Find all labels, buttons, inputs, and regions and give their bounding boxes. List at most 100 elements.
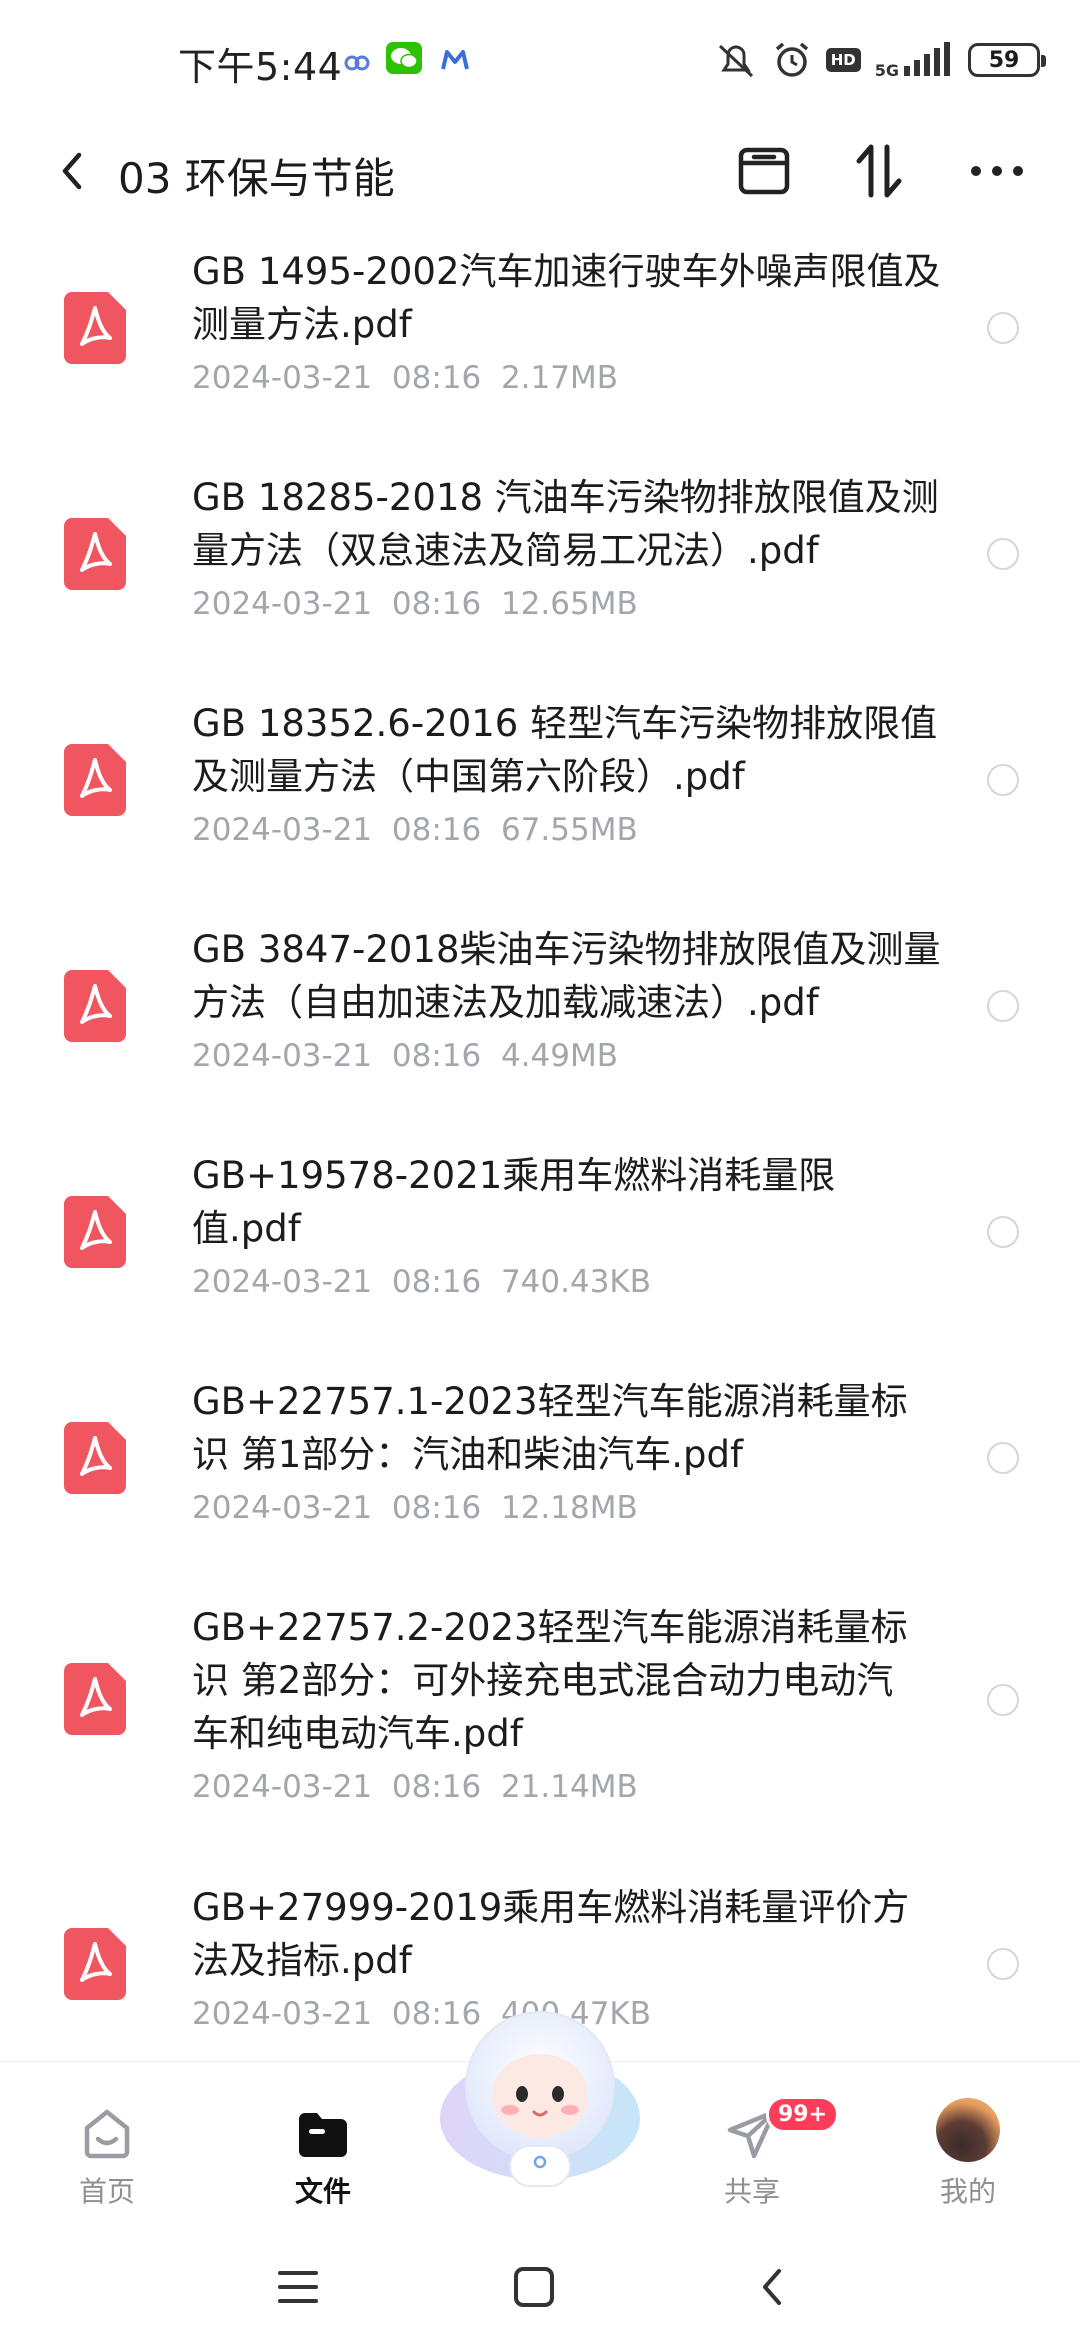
- more-icon: [971, 166, 1023, 176]
- file-date: 2024-03-21: [192, 1264, 373, 1300]
- status-time: 下午5:44: [178, 45, 343, 89]
- pdf-file-icon: [64, 1196, 126, 1268]
- battery-indicator: 59: [968, 43, 1046, 77]
- pdf-file-icon: [64, 1663, 126, 1735]
- file-meta: 2024-03-21 08:16 4.49MB: [192, 1038, 618, 1074]
- file-meta: 2024-03-21 08:16 2.17MB: [192, 360, 618, 396]
- file-date: 2024-03-21: [192, 1996, 373, 2032]
- file-meta: 2024-03-21 08:16 12.18MB: [192, 1490, 638, 1526]
- file-name: GB 3847-2018柴油车污染物排放限值及测量方法（自由加速法及加载减速法）…: [192, 928, 941, 1024]
- back-arrow-icon: [763, 2269, 781, 2305]
- archive-icon: [738, 147, 790, 195]
- file-time: 08:16: [391, 360, 482, 396]
- back-button[interactable]: [42, 135, 102, 207]
- tab-label: 首页: [78, 2175, 135, 2208]
- home-button[interactable]: [504, 2257, 564, 2317]
- system-back-button[interactable]: [742, 2257, 802, 2317]
- tab-files[interactable]: 文件: [253, 2062, 393, 2232]
- file-time: 08:16: [391, 1038, 482, 1074]
- file-size: 67.55MB: [500, 812, 638, 848]
- network-type: 5G: [874, 61, 899, 80]
- menu-icon: [278, 2271, 318, 2303]
- home-icon: [84, 2109, 130, 2159]
- file-time: 08:16: [391, 812, 482, 848]
- file-meta: 2024-03-21 08:16 67.55MB: [192, 812, 638, 848]
- file-date: 2024-03-21: [192, 586, 373, 622]
- file-date: 2024-03-21: [192, 360, 373, 396]
- notification-badge: 99+: [766, 2096, 840, 2133]
- file-size: 12.65MB: [500, 586, 638, 622]
- select-radio[interactable]: [987, 1684, 1019, 1716]
- file-name: GB+27999-2019乘用车燃料消耗量评价方法及指标.pdf: [192, 1886, 910, 1982]
- file-size: 12.18MB: [500, 1490, 638, 1526]
- file-date: 2024-03-21: [192, 812, 373, 848]
- pdf-file-icon: [64, 1928, 126, 2000]
- file-name: GB 1495-2002汽车加速行驶车外噪声限值及测量方法.pdf: [192, 250, 941, 346]
- tab-label: 我的: [939, 2175, 996, 2208]
- file-name: GB 18285-2018 汽油车污染物排放限值及测量方法（双怠速法及简易工况法…: [192, 476, 939, 572]
- alarm-icon: [775, 42, 808, 77]
- file-row[interactable]: GB+22757.1-2023轻型汽车能源消耗量标识 第1部分：汽油和柴油汽车.…: [0, 1365, 1080, 1591]
- tab-profile[interactable]: 我的: [898, 2062, 1038, 2232]
- select-radio[interactable]: [987, 764, 1019, 796]
- pdf-file-icon: [64, 970, 126, 1042]
- pdf-file-icon: [64, 292, 126, 364]
- app-header: 03 环保与节能: [0, 115, 1080, 235]
- file-time: 08:16: [391, 1490, 482, 1526]
- file-row[interactable]: GB 18285-2018 汽油车污染物排放限值及测量方法（双怠速法及简易工况法…: [0, 461, 1080, 687]
- file-meta: 2024-03-21 08:16 740.43KB: [192, 1264, 651, 1300]
- sort-button[interactable]: [837, 129, 921, 213]
- file-name: GB+22757.1-2023轻型汽车能源消耗量标识 第1部分：汽油和柴油汽车.…: [192, 1380, 908, 1476]
- file-row[interactable]: GB+22757.2-2023轻型汽车能源消耗量标识 第2部分：可外接充电式混合…: [0, 1591, 1080, 1871]
- profile-tab-icon: [936, 2098, 1000, 2162]
- pdf-file-icon: [64, 518, 126, 590]
- file-row[interactable]: GB 3847-2018柴油车污染物排放限值及测量方法（自由加速法及加载减速法）…: [0, 913, 1080, 1139]
- folder-icon: [299, 2113, 347, 2157]
- file-time: 08:16: [391, 1769, 482, 1805]
- file-time: 08:16: [391, 1264, 482, 1300]
- system-navigation-bar: [0, 2231, 1080, 2340]
- select-radio[interactable]: [987, 538, 1019, 570]
- more-button[interactable]: [955, 129, 1039, 213]
- select-radio[interactable]: [987, 1442, 1019, 1474]
- files-tab-icon: [293, 2104, 353, 2164]
- mute-bell-icon: [718, 44, 753, 78]
- file-time: 08:16: [391, 586, 482, 622]
- avatar: [936, 2098, 1000, 2162]
- pdf-file-icon: [64, 744, 126, 816]
- tab-label: 文件: [294, 2175, 351, 2208]
- pdf-file-icon: [64, 1422, 126, 1494]
- status-indicators: HD 5G 59: [714, 38, 1046, 82]
- file-date: 2024-03-21: [192, 1038, 373, 1074]
- file-date: 2024-03-21: [192, 1769, 373, 1805]
- file-list: GB 1495-2002汽车加速行驶车外噪声限值及测量方法.pdf 2024-0…: [0, 235, 1080, 2061]
- file-date: 2024-03-21: [192, 1490, 373, 1526]
- file-row[interactable]: GB+19578-2021乘用车燃料消耗量限值.pdf 2024-03-21 0…: [0, 1139, 1080, 1365]
- battery-level: 59: [988, 47, 1020, 73]
- file-meta: 2024-03-21 08:16 12.65MB: [192, 586, 638, 622]
- wechat-icon: [386, 42, 422, 74]
- select-radio[interactable]: [987, 312, 1019, 344]
- chevron-left-icon: [62, 152, 82, 190]
- tab-share[interactable]: 99+ 共享: [682, 2062, 840, 2232]
- file-name: GB+19578-2021乘用车燃料消耗量限值.pdf: [192, 1154, 836, 1250]
- file-row[interactable]: GB 1495-2002汽车加速行驶车外噪声限值及测量方法.pdf 2024-0…: [0, 235, 1080, 461]
- signal-bars-icon: [904, 42, 950, 76]
- ai-assistant-mascot-button[interactable]: [430, 1998, 650, 2198]
- file-size: 4.49MB: [500, 1038, 618, 1074]
- select-radio[interactable]: [987, 990, 1019, 1022]
- page-title: 03 环保与节能: [118, 154, 395, 203]
- status-bar: 下午5:44 HD 5G 59: [0, 0, 1080, 120]
- select-radio[interactable]: [987, 1948, 1019, 1980]
- archive-button[interactable]: [722, 129, 806, 213]
- tab-home[interactable]: 首页: [37, 2062, 177, 2232]
- file-row[interactable]: GB 18352.6-2016 轻型汽车污染物排放限值及测量方法（中国第六阶段）…: [0, 687, 1080, 913]
- home-tab-icon: [77, 2104, 137, 2164]
- file-size: 2.17MB: [500, 360, 618, 396]
- file-meta: 2024-03-21 08:16 21.14MB: [192, 1769, 638, 1805]
- select-radio[interactable]: [987, 1216, 1019, 1248]
- file-name: GB+22757.2-2023轻型汽车能源消耗量标识 第2部分：可外接充电式混合…: [192, 1606, 908, 1755]
- file-name: GB 18352.6-2016 轻型汽车污染物排放限值及测量方法（中国第六阶段）…: [192, 702, 938, 798]
- recent-apps-button[interactable]: [268, 2257, 328, 2317]
- tab-label: 共享: [723, 2175, 780, 2208]
